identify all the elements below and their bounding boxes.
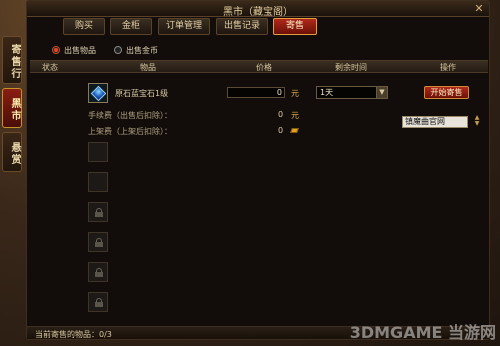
column-price: 价格 [256,63,272,72]
tab-sales-record[interactable]: 出售记录 [216,18,268,35]
column-status: 状态 [42,63,58,72]
radio-dot [114,46,122,54]
footer-count: 0/3 [99,330,112,339]
column-remaining-time: 剩余时间 [335,63,367,72]
tab-order-management[interactable]: 订单管理 [158,18,210,35]
gold-ingot-icon [290,126,299,135]
column-operation: 操作 [440,63,456,72]
radio-dot-selected [52,46,60,54]
radio-sell-gold-label: 出售金币 [126,46,158,55]
footer-label: 当前寄售的物品： [35,330,99,339]
locked-slot [88,262,108,282]
tab-gold-cabinet[interactable]: 金柜 [110,18,152,35]
handling-fee-label: 手续费（出售后扣除）： [88,111,172,120]
empty-slot[interactable] [88,142,108,162]
radio-sell-gold[interactable]: 出售金币 [114,45,158,57]
side-tab-consignment[interactable]: 寄售行 [2,36,22,84]
lock-icon [95,208,103,217]
tab-buy[interactable]: 购买 [63,18,105,35]
item-slot[interactable] [88,83,108,103]
side-tab-bounty[interactable]: 悬赏 [2,132,22,172]
lock-icon [95,268,103,277]
price-unit: 元 [291,89,299,98]
time-select-value: 1天 [320,88,334,97]
tab-consign[interactable]: 寄售 [273,18,317,35]
handling-fee-value: 0 [278,110,284,119]
lock-icon [95,238,103,247]
radio-sell-items-label: 出售物品 [64,46,96,55]
blue-gem-icon [90,85,107,102]
stepper-arrows-icon[interactable]: ▲ ▼ [474,115,480,127]
footer-status: 当前寄售的物品：0/3 [35,329,112,340]
handling-fee-unit: 元 [291,111,299,120]
remaining-time-select[interactable]: 1天 ▼ [316,86,388,99]
close-icon[interactable]: ✕ [473,3,485,15]
watermark: 3DMGAME 当游网 [349,323,496,342]
listing-fee-label: 上架费（上架后扣除）： [88,127,172,136]
chevron-down-icon: ▼ [376,87,387,98]
locked-slot [88,232,108,252]
side-tab-black-market[interactable]: 黑市 [2,88,22,128]
locked-slot [88,202,108,222]
lock-icon [95,298,103,307]
start-consign-button[interactable]: 开始寄售 [424,86,469,99]
table-header: 状态 物品 价格 剩余时间 操作 [30,60,488,73]
item-name: 原石蓝宝石1级 [115,89,169,98]
title-bar: 黑市（藏宝阁） ✕ [27,1,489,18]
listing-fee-value: 0 [278,126,284,135]
price-input[interactable]: 0 [227,87,285,98]
column-item: 物品 [140,63,156,72]
radio-sell-items[interactable]: 出售物品 [52,45,96,57]
window-title: 黑市（藏宝阁） [223,7,293,18]
locked-slot [88,292,108,312]
empty-slot[interactable] [88,172,108,192]
shout-input[interactable]: 镇魔曲官网 [402,116,468,128]
